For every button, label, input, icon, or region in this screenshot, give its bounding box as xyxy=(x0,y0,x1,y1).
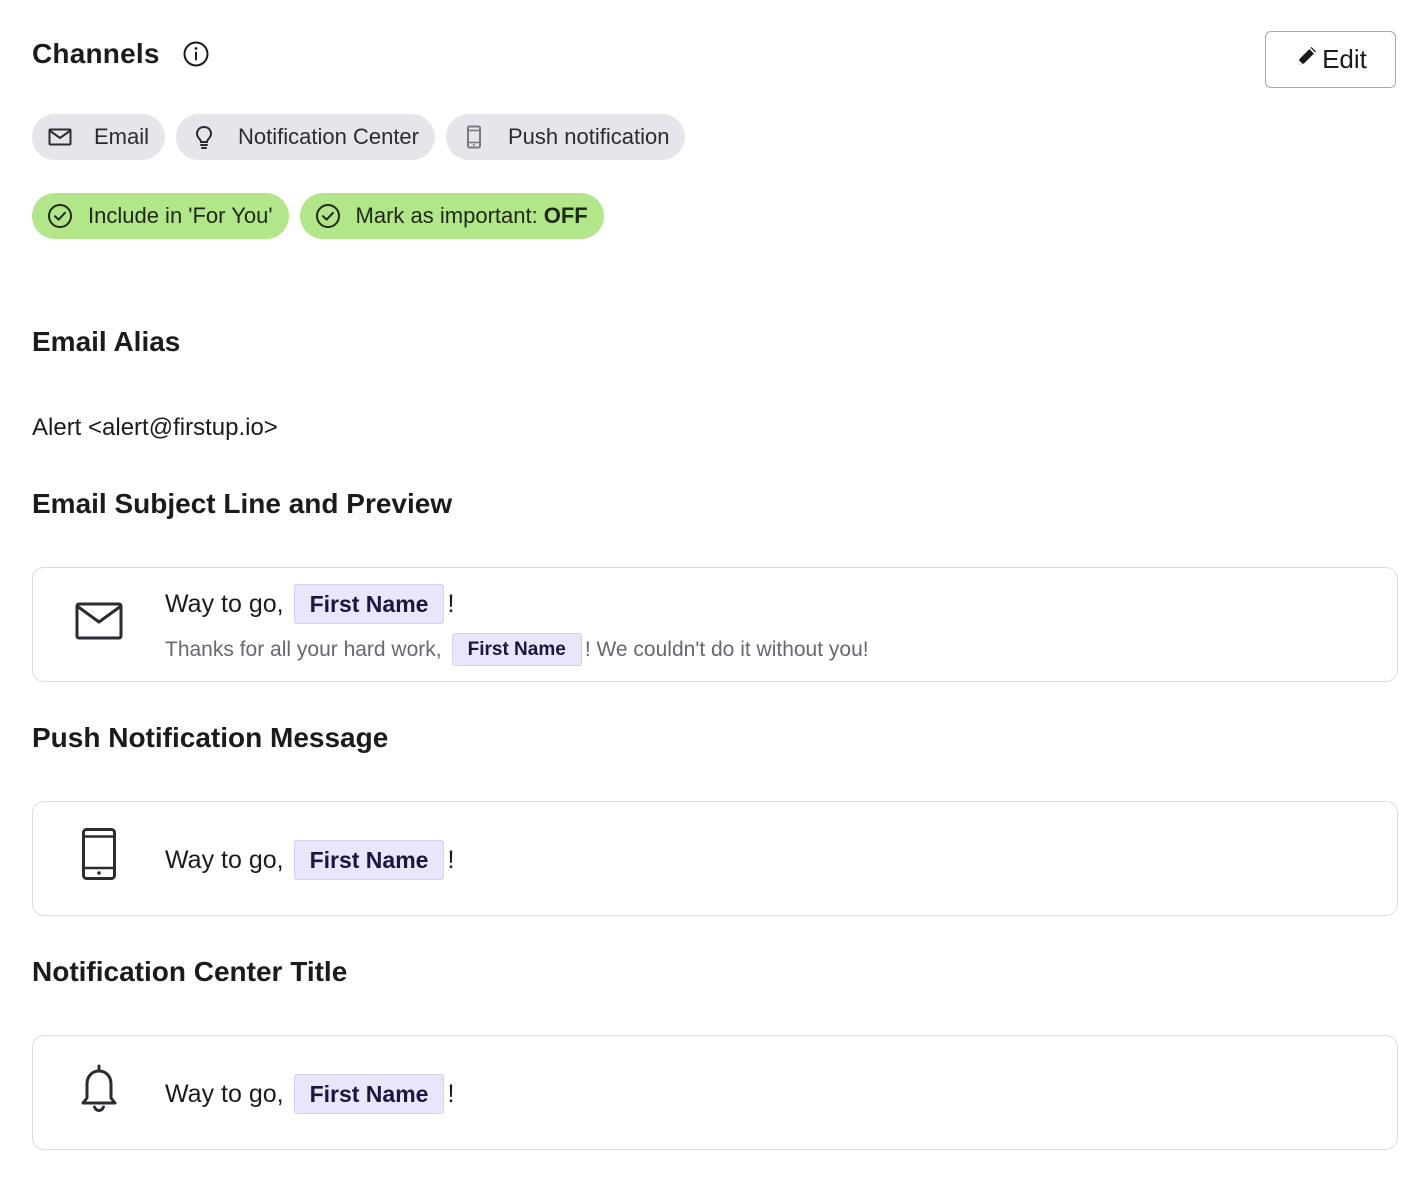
email-subject-heading: Email Subject Line and Preview xyxy=(32,488,453,519)
edit-button[interactable]: Edit xyxy=(1265,31,1396,88)
preview-prefix: Thanks for all your hard work, xyxy=(165,637,442,661)
first-name-token: First Name xyxy=(293,1074,445,1114)
email-alias-heading: Email Alias xyxy=(32,326,181,357)
info-circle-icon[interactable] xyxy=(182,40,210,68)
mark-important-chip: Mark as important: OFF xyxy=(299,193,604,239)
flag-chip-list: Include in 'For You' Mark as important: … xyxy=(32,193,604,239)
include-for-you-label: Include in 'For You' xyxy=(88,203,273,228)
channel-chip-label: Push notification xyxy=(508,124,670,149)
channel-chip-notification-center: Notification Center xyxy=(176,114,435,160)
channel-chip-push-notification: Push notification xyxy=(446,114,686,160)
channel-chip-email: Email xyxy=(32,114,166,160)
push-message-card: Way to go, First Name ! xyxy=(32,801,1398,916)
email-subject-line: Way to go, First Name ! xyxy=(165,584,454,624)
mobile-phone-icon xyxy=(73,828,125,880)
subject-prefix: Way to go, xyxy=(165,589,284,618)
mobile-phone-icon xyxy=(460,123,488,151)
push-message-line: Way to go, First Name ! xyxy=(165,840,454,880)
page-title: Channels xyxy=(32,38,160,69)
first-name-token: First Name xyxy=(293,840,445,880)
email-alias-value: Alert <alert@firstup.io> xyxy=(32,414,278,441)
push-suffix: ! xyxy=(447,845,455,874)
lightbulb-icon xyxy=(190,123,218,151)
check-circle-icon xyxy=(46,202,74,230)
envelope-icon xyxy=(73,596,125,648)
nc-suffix: ! xyxy=(447,1079,455,1108)
nc-prefix: Way to go, xyxy=(165,1079,284,1108)
push-prefix: Way to go, xyxy=(165,845,284,874)
push-message-heading: Push Notification Message xyxy=(32,722,389,753)
mark-important-value: OFF xyxy=(543,203,588,228)
envelope-icon xyxy=(46,123,74,151)
mark-important-label: Mark as important: xyxy=(355,203,538,228)
pencil-icon xyxy=(1294,43,1320,76)
notification-center-card: Way to go, First Name ! xyxy=(32,1035,1398,1150)
channel-chip-list: Email Notification Center Push notificat… xyxy=(32,114,686,160)
channel-chip-label: Notification Center xyxy=(238,124,419,149)
bell-icon xyxy=(73,1062,125,1114)
notification-center-heading: Notification Center Title xyxy=(32,956,348,987)
first-name-token: First Name xyxy=(293,584,445,624)
channel-chip-label: Email xyxy=(94,124,150,149)
subject-suffix: ! xyxy=(447,589,455,618)
preview-suffix: ! We couldn't do it without you! xyxy=(584,637,869,661)
edit-button-label: Edit xyxy=(1322,44,1367,74)
channels-header: Channels Edit xyxy=(32,31,1396,90)
check-circle-icon xyxy=(314,202,342,230)
notification-center-title-line: Way to go, First Name ! xyxy=(165,1074,454,1114)
email-subject-card: Way to go, First Name ! Thanks for all y… xyxy=(32,567,1398,682)
include-for-you-chip: Include in 'For You' xyxy=(32,193,289,239)
first-name-token: First Name xyxy=(451,633,582,666)
email-preview-line: Thanks for all your hard work, First Nam… xyxy=(165,633,869,666)
